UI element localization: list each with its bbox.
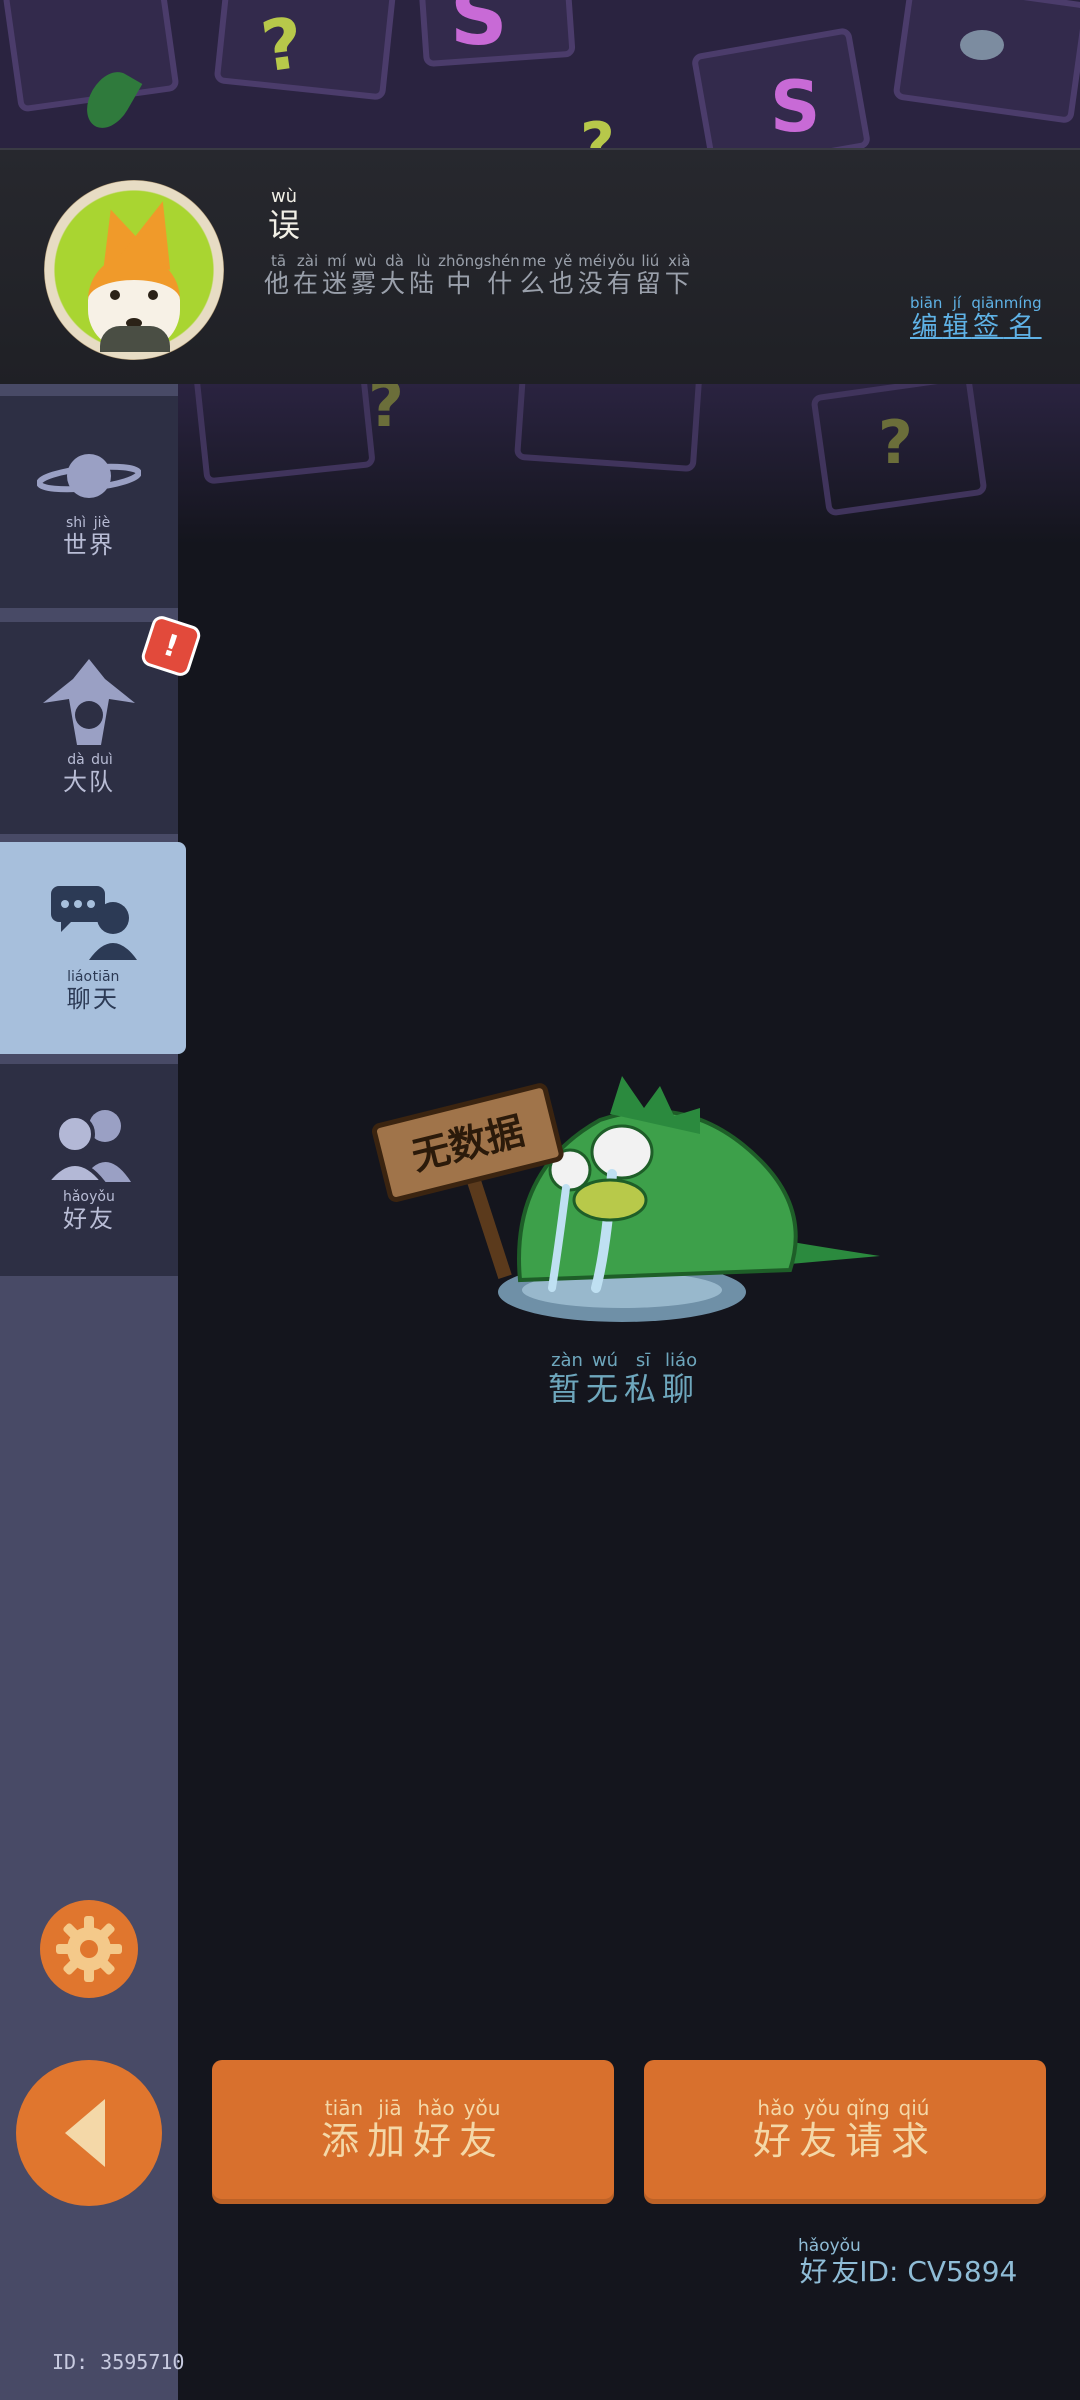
chat-icon — [51, 886, 137, 960]
user-id: ID: 3595710 — [52, 2350, 185, 2374]
gear-icon — [56, 1916, 122, 1982]
friends-icon — [47, 1110, 131, 1182]
sidebar-item-label: 世shì界jiè — [63, 515, 115, 559]
empty-state-text: 暂zàn无wú私sī聊liáo — [548, 1350, 701, 1409]
background-pattern: ? S S ? — [0, 0, 1080, 148]
sidebar-item-friends[interactable]: 好hǎo友yǒu — [0, 1064, 178, 1276]
main-background-pattern: ? ? — [178, 384, 1080, 544]
edit-signature-link[interactable]: 编biān辑jí签qiān名míng — [910, 296, 1042, 343]
sidebar-item-label: 好hǎo友yǒu — [62, 1189, 116, 1233]
sidebar-item-label: 聊liáo天tiān — [66, 969, 120, 1013]
profile-header: 误wù 他tā在zài迷mí雾wù大dà陆lù中zhōng什shén么me也yě… — [0, 148, 1080, 386]
sidebar-item-chat[interactable]: 聊liáo天tiān — [0, 842, 186, 1054]
signature-text: 他tā在zài迷mí雾wù大dà陆lù中zhōng什shén么me也yě没méi… — [264, 252, 694, 299]
friend-id-value: ID: CV5894 — [859, 2255, 1018, 2288]
username: 误wù — [268, 186, 301, 245]
back-arrow-icon — [65, 2099, 105, 2167]
add-friend-button[interactable]: 添tiān 加jiā 好hǎo 友yǒu — [212, 2060, 614, 2204]
empty-state-illustration: 无数据 — [360, 1050, 900, 1350]
settings-button[interactable] — [40, 1900, 138, 1998]
friend-id: 好hǎo友yǒuID: CV5894 — [798, 2236, 1018, 2289]
friend-requests-button[interactable]: 好hǎo 友yǒu 请qǐng 求qiú — [644, 2060, 1046, 2204]
sidebar-item-label: 大dà队duì — [63, 752, 115, 796]
sidebar-item-world[interactable]: 世shì界jiè — [0, 396, 178, 608]
back-button[interactable] — [16, 2060, 162, 2206]
team-icon — [43, 659, 135, 745]
planet-icon — [37, 454, 141, 498]
